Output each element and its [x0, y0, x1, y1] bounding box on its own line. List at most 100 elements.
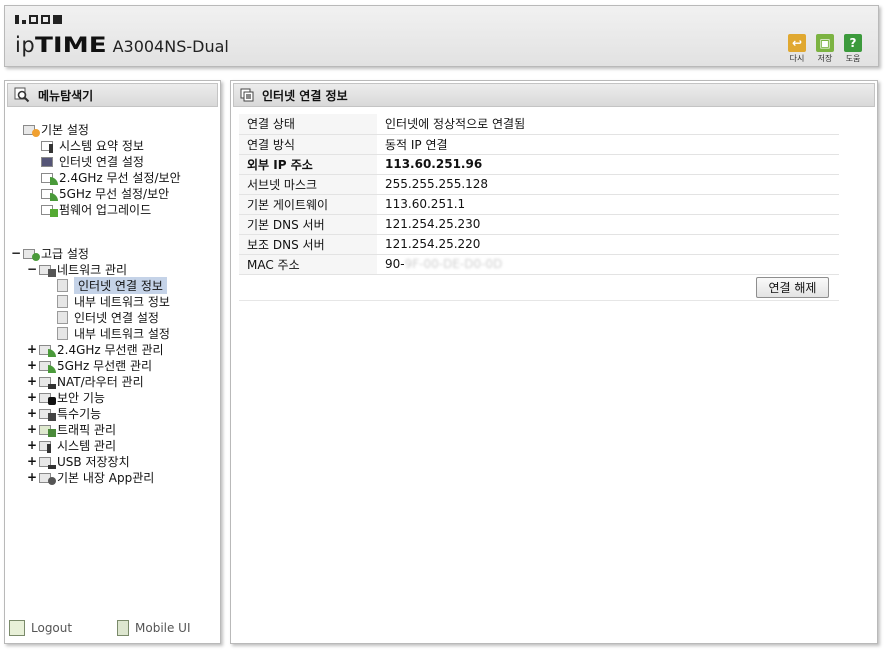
- wifi-icon: [41, 171, 58, 185]
- mac-obscured: 9F-00-DE-D0-0D: [404, 257, 503, 271]
- table-row: 기본 DNS 서버 121.254.25.230: [239, 214, 839, 235]
- page-icon: [57, 326, 68, 340]
- traffic-icon: [39, 423, 56, 437]
- tree-network-management[interactable]: − 네트워크 관리: [27, 261, 127, 277]
- expand-toggle[interactable]: +: [27, 358, 37, 372]
- tree-group-label: USB 저장장치: [57, 454, 130, 469]
- table-row: 기본 게이트웨이 113.60.251.1: [239, 194, 839, 215]
- expand-toggle[interactable]: +: [27, 454, 37, 468]
- table-row: 외부 IP 주소 113.60.251.96: [239, 154, 839, 175]
- special-features-icon: [39, 407, 56, 421]
- page-title: 인터넷 연결 정보: [262, 88, 348, 103]
- menu-explorer-header: 메뉴탐색기: [7, 83, 218, 107]
- tree-group-label: 시스템 관리: [57, 438, 117, 453]
- window-icon: [240, 88, 254, 102]
- menu-explorer-title: 메뉴탐색기: [38, 88, 94, 103]
- tree-group-wlan-24[interactable]: + 2.4GHz 무선랜 관리: [27, 341, 164, 357]
- header-bar: ip TIME A3004NS-Dual ↩ 다시 ▣ 저장 ? 도움: [4, 5, 879, 67]
- brand-logo-mark: [15, 15, 62, 24]
- tree-item-internet-setup[interactable]: 인터넷 연결 설정: [41, 153, 144, 169]
- tree-group-system[interactable]: + 시스템 관리: [27, 437, 116, 453]
- undo-button[interactable]: ↩ 다시: [786, 34, 808, 64]
- table-row: 서브넷 마스크 255.255.255.128: [239, 174, 839, 195]
- expand-toggle[interactable]: +: [27, 390, 37, 404]
- tree-item-wireless-24[interactable]: 2.4GHz 무선 설정/보안: [41, 169, 181, 185]
- tree-group-label: NAT/라우터 관리: [57, 374, 144, 389]
- row-key: 기본 게이트웨이: [239, 194, 377, 215]
- row-value: 121.254.25.220: [377, 234, 839, 255]
- tree-item-label: 인터넷 연결 설정: [59, 154, 144, 169]
- page-icon: [57, 294, 68, 308]
- wifi-icon: [41, 187, 58, 201]
- row-value: 90-9F-00-DE-D0-0D: [377, 254, 839, 275]
- tree-item-lan-info[interactable]: 내부 네트워크 정보: [57, 293, 170, 309]
- tree-advanced-settings[interactable]: − 고급 설정: [11, 245, 89, 261]
- wifi-icon: [39, 359, 56, 373]
- row-value: 255.255.255.128: [377, 174, 839, 195]
- row-key: 보조 DNS 서버: [239, 234, 377, 255]
- tree-basic-settings[interactable]: 기본 설정: [23, 121, 89, 137]
- tree-group-security[interactable]: + 보안 기능: [27, 389, 105, 405]
- tree-item-lan-config[interactable]: 내부 네트워크 설정: [57, 325, 170, 341]
- bar-chart-icon: [41, 139, 55, 153]
- tree-group-label: 특수기능: [57, 406, 102, 421]
- expand-toggle[interactable]: +: [27, 422, 37, 436]
- tree-group-traffic[interactable]: + 트래픽 관리: [27, 421, 116, 437]
- tree-item-label-selected: 인터넷 연결 정보: [74, 276, 167, 294]
- expand-toggle[interactable]: +: [27, 470, 37, 484]
- tree-item-label: 내부 네트워크 설정: [74, 326, 170, 341]
- bar-chart-icon: [39, 439, 53, 453]
- usb-icon: [39, 455, 56, 469]
- mac-prefix: 90-: [385, 257, 405, 271]
- tree-group-label: 기본 내장 App관리: [57, 470, 155, 485]
- expand-toggle[interactable]: +: [27, 374, 37, 388]
- lock-icon: [39, 391, 56, 405]
- tree-item-system-summary[interactable]: 시스템 요약 정보: [41, 137, 144, 153]
- collapse-toggle[interactable]: −: [27, 262, 37, 276]
- tree-group-label: 5GHz 무선랜 관리: [57, 358, 153, 373]
- toolbar: ↩ 다시 ▣ 저장 ? 도움: [786, 34, 864, 64]
- folder-settings-icon: [23, 247, 40, 261]
- table-row: MAC 주소 90-9F-00-DE-D0-0D: [239, 254, 839, 275]
- firmware-upgrade-icon: [41, 203, 58, 217]
- tree-item-firmware[interactable]: 펌웨어 업그레이드: [41, 201, 151, 217]
- content-panel: 인터넷 연결 정보 연결 상태 인터넷에 정상적으로 연결됨 연결 방식 동적 …: [230, 80, 878, 644]
- mobile-ui-label: Mobile UI: [135, 621, 191, 635]
- wifi-icon: [39, 343, 56, 357]
- row-value: 121.254.25.230: [377, 214, 839, 235]
- tree-item-internet-config[interactable]: 인터넷 연결 설정: [57, 309, 159, 325]
- tree-group-wlan-5[interactable]: + 5GHz 무선랜 관리: [27, 357, 152, 373]
- help-button[interactable]: ? 도움: [842, 34, 864, 64]
- logout-label: Logout: [31, 621, 73, 635]
- tree-basic-settings-label: 기본 설정: [41, 122, 89, 137]
- page-icon: [57, 310, 68, 324]
- row-key: 서브넷 마스크: [239, 174, 377, 195]
- tree-group-special[interactable]: + 특수기능: [27, 405, 101, 421]
- tree-item-wireless-5[interactable]: 5GHz 무선 설정/보안: [41, 185, 169, 201]
- row-key: 연결 방식: [239, 134, 377, 155]
- tree-group-builtin-app[interactable]: + 기본 내장 App관리: [27, 469, 154, 485]
- table-row: 연결 방식 동적 IP 연결: [239, 134, 839, 155]
- save-button[interactable]: ▣ 저장: [814, 34, 836, 64]
- logout-button[interactable]: Logout: [9, 620, 72, 636]
- expand-toggle[interactable]: +: [27, 438, 37, 452]
- undo-label: 다시: [789, 54, 805, 63]
- tree-item-internet-info[interactable]: 인터넷 연결 정보: [57, 276, 167, 294]
- tree-advanced-settings-label: 고급 설정: [41, 246, 89, 261]
- expand-toggle[interactable]: +: [27, 406, 37, 420]
- row-key: MAC 주소: [239, 254, 377, 275]
- tree-group-usb[interactable]: + USB 저장장치: [27, 453, 130, 469]
- tree-item-label: 펌웨어 업그레이드: [59, 202, 152, 217]
- logout-icon: [9, 620, 25, 636]
- monitor-icon: [41, 155, 55, 168]
- connection-info-table: 연결 상태 인터넷에 정상적으로 연결됨 연결 방식 동적 IP 연결 외부 I…: [239, 114, 839, 275]
- disconnect-button[interactable]: 연결 해제: [756, 277, 829, 298]
- tree-item-label: 시스템 요약 정보: [59, 138, 144, 153]
- help-label: 도움: [845, 54, 861, 63]
- help-icon: ?: [844, 34, 862, 52]
- expand-toggle[interactable]: +: [27, 342, 37, 356]
- collapse-toggle[interactable]: −: [11, 246, 21, 260]
- mobile-ui-button[interactable]: Mobile UI: [117, 620, 191, 636]
- tree-group-nat-router[interactable]: + NAT/라우터 관리: [27, 373, 144, 389]
- save-icon: ▣: [816, 34, 834, 52]
